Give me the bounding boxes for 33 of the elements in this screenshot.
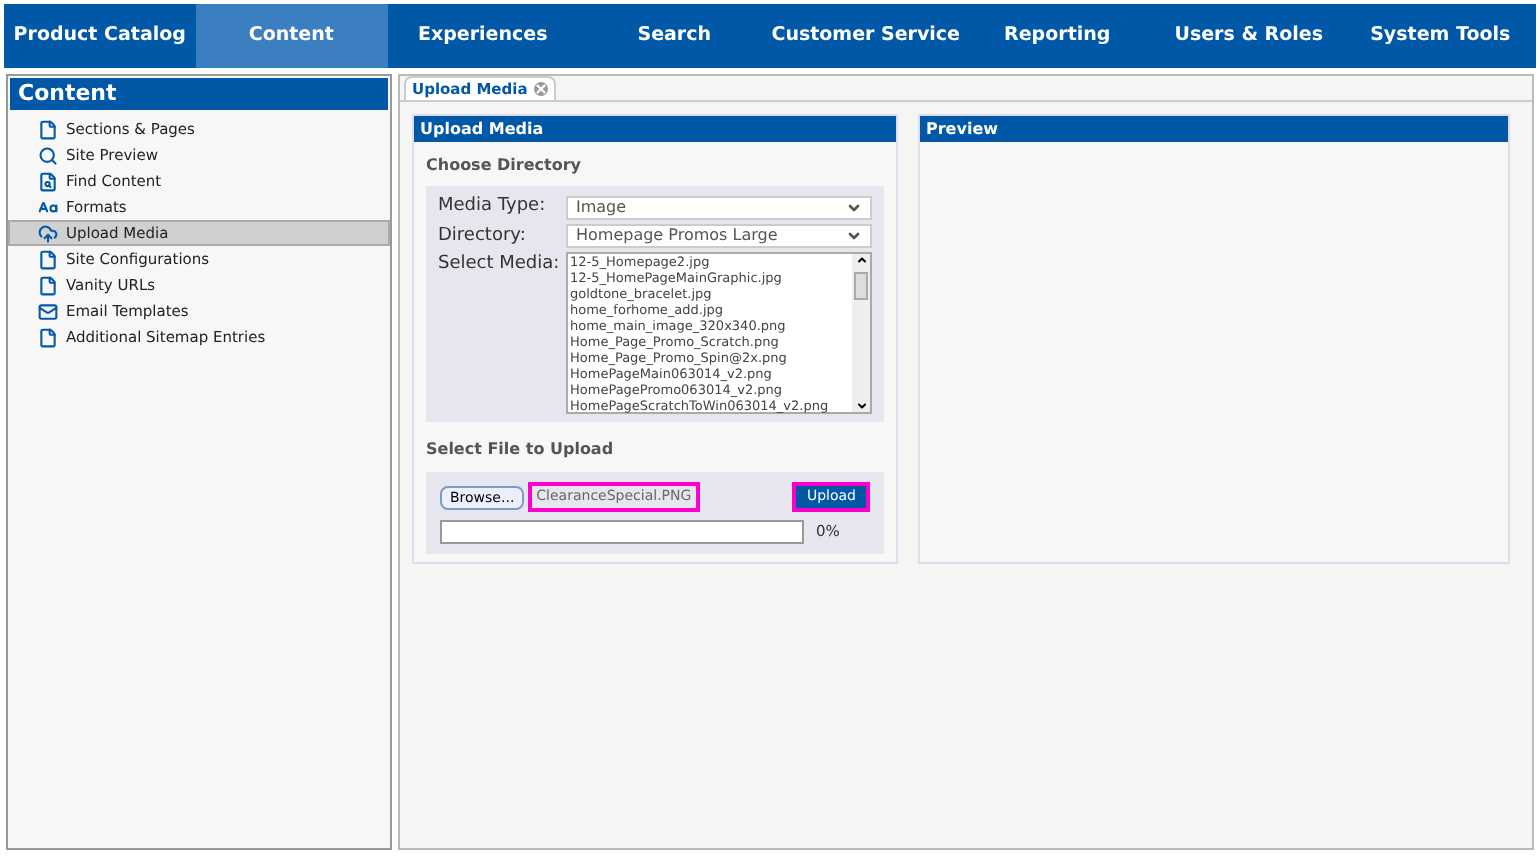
field-label: Select Media: <box>438 252 562 278</box>
page-search-icon <box>38 171 58 191</box>
scroll-up-icon[interactable] <box>855 254 867 266</box>
close-icon[interactable] <box>533 82 548 96</box>
scroll-thumb[interactable] <box>854 272 868 300</box>
dropdown[interactable]: Image <box>566 195 872 220</box>
page-icon <box>38 327 58 347</box>
cloud-upload-icon <box>38 223 58 243</box>
nav-tab[interactable]: Experiences <box>387 4 579 68</box>
scroll-down-icon[interactable] <box>855 400 867 412</box>
letters-icon <box>38 197 58 217</box>
field-label: Directory: <box>438 223 528 249</box>
nav-tab[interactable]: Reporting <box>961 4 1153 68</box>
panel-title: Preview <box>920 116 1508 142</box>
page-icon <box>38 119 58 139</box>
sidebar-title: Content <box>10 78 388 110</box>
nav-tab[interactable]: Search <box>578 4 770 68</box>
nav-tab[interactable]: Product Catalog <box>4 4 196 68</box>
field-label: Media Type: <box>438 194 548 220</box>
nav-tab[interactable]: System Tools <box>1344 4 1536 68</box>
scrollbar[interactable] <box>852 254 870 412</box>
dropdown[interactable]: Homepage Promos Large <box>566 224 872 249</box>
envelope-icon <box>38 301 58 321</box>
section-heading: Choose Directory <box>424 154 584 178</box>
magnifier-icon <box>38 145 58 165</box>
nav-tab[interactable]: Content <box>195 4 387 68</box>
section-heading: Select File to Upload <box>424 438 616 462</box>
page-icon <box>38 275 58 295</box>
page-icon <box>38 249 58 269</box>
nav-tab[interactable]: Customer Service <box>770 4 962 68</box>
nav-tab[interactable]: Users & Roles <box>1153 4 1345 68</box>
panel-title: Upload Media <box>414 116 896 142</box>
media-list[interactable] <box>566 252 872 414</box>
